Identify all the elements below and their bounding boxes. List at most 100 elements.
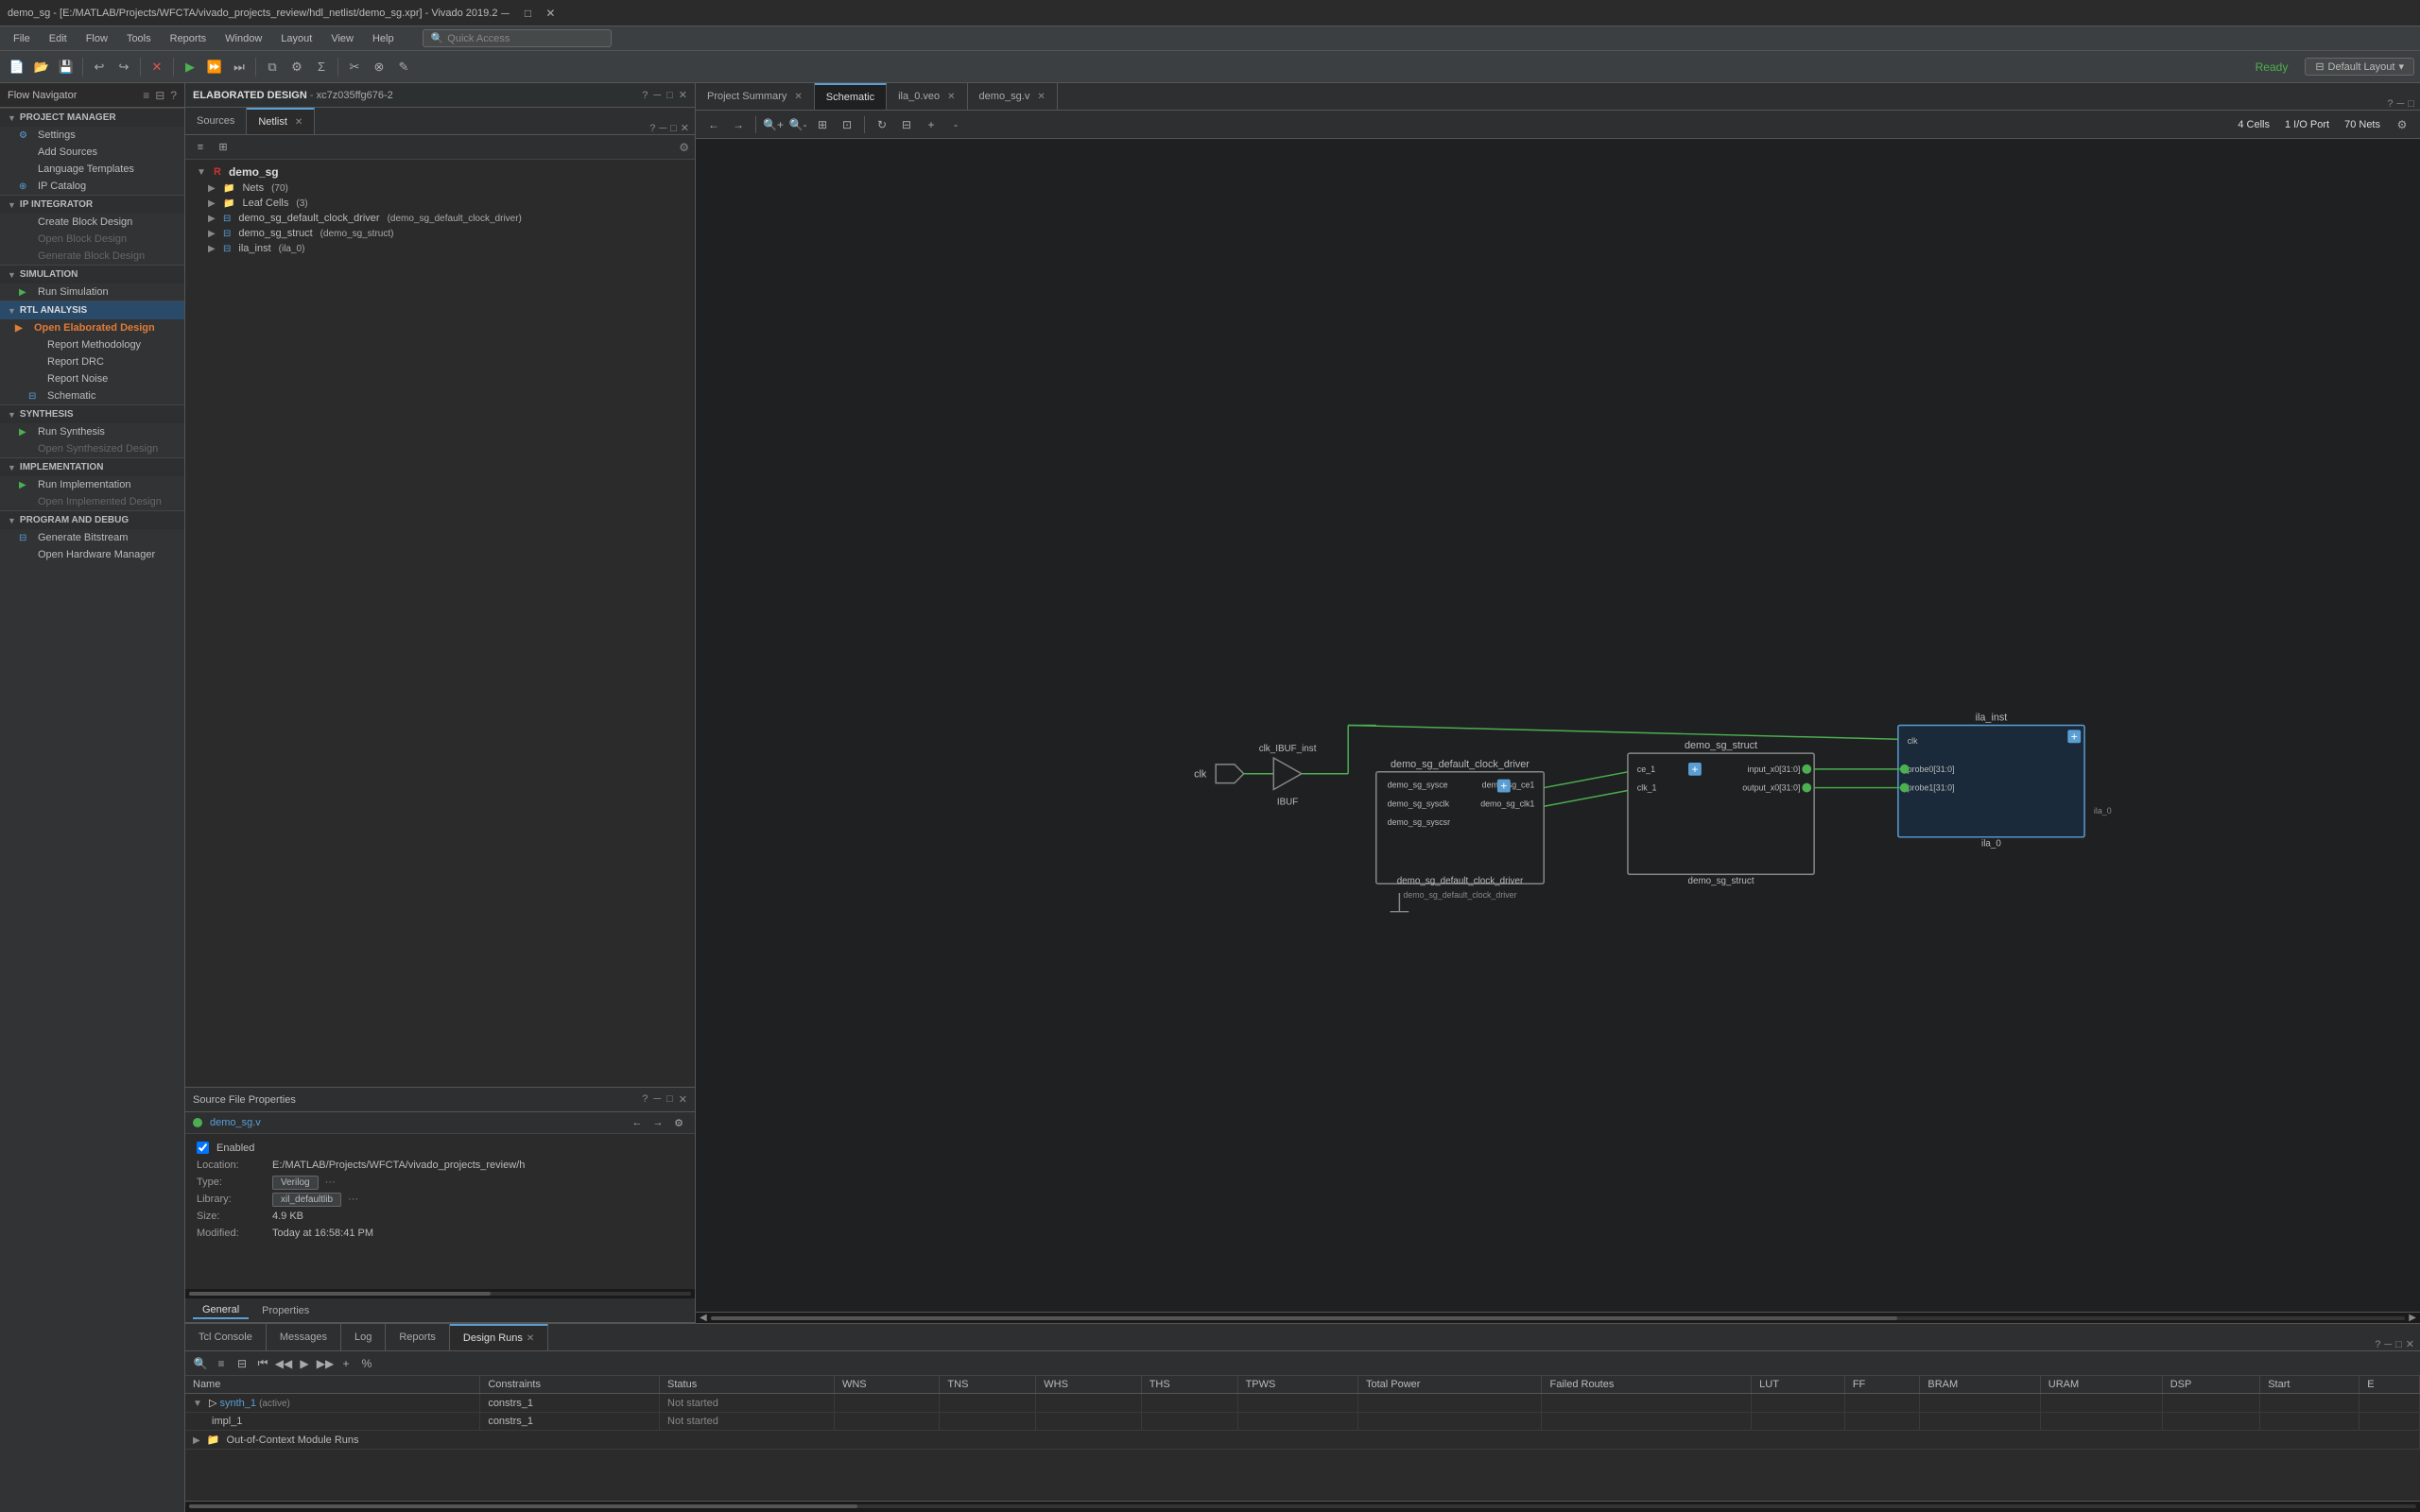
netlist-expand-btn[interactable]: ⊞ <box>214 138 233 157</box>
props-tab-general[interactable]: General <box>193 1302 249 1319</box>
sch-back-btn[interactable]: ← <box>703 114 724 135</box>
nav-item-open-implemented-design[interactable]: Open Implemented Design <box>0 493 184 510</box>
sum-button[interactable]: Σ <box>310 56 333 78</box>
menu-view[interactable]: View <box>321 31 363 46</box>
netlist-root[interactable]: ▼ R demo_sg <box>185 163 695 180</box>
dr-row-synth1[interactable]: ▼ ▷ synth_1 (active) constrs_1 Not start… <box>185 1394 2420 1413</box>
type-more-btn[interactable]: ··· <box>325 1177 336 1188</box>
sch-tab-demo-sg-v-close-icon[interactable]: ✕ <box>1037 92 1045 102</box>
elab-minimize-icon[interactable]: ─ <box>653 90 661 101</box>
layout-button[interactable]: ⊟ Default Layout ▾ <box>2305 58 2414 76</box>
nav-section-project-manager-header[interactable]: ▼ PROJECT MANAGER <box>0 108 184 127</box>
dr-filter-btn[interactable]: ≡ <box>212 1354 231 1373</box>
menu-layout[interactable]: Layout <box>271 31 321 46</box>
type-tag[interactable]: Verilog <box>272 1176 319 1190</box>
dr-next-btn[interactable]: ▶▶ <box>316 1354 335 1373</box>
tab-netlist[interactable]: Netlist ✕ <box>247 108 315 134</box>
bot-minimize-icon[interactable]: ─ <box>2384 1339 2392 1350</box>
nav-item-language-templates[interactable]: Language Templates <box>0 161 184 178</box>
nav-icon-2[interactable]: ⊟ <box>155 89 164 102</box>
nav-item-settings[interactable]: ⚙ Settings <box>0 127 184 144</box>
cut-button[interactable]: ✂ <box>343 56 366 78</box>
schematic-canvas[interactable]: clk IBUF clk_IBUF_inst <box>696 139 2420 1312</box>
sch-forward-btn[interactable]: → <box>728 114 749 135</box>
bot-tab-messages[interactable]: Messages <box>267 1324 341 1350</box>
new-button[interactable]: 📄 <box>6 56 28 78</box>
library-more-btn[interactable]: ··· <box>348 1194 358 1205</box>
sch-fit-btn[interactable]: ⊞ <box>812 114 833 135</box>
src-props-close-icon[interactable]: ✕ <box>679 1093 687 1106</box>
ooc-expand-icon[interactable]: ▶ <box>193 1435 200 1446</box>
copy-button[interactable]: ⧉ <box>261 56 284 78</box>
edit-button[interactable]: ✎ <box>392 56 415 78</box>
sch-zoom-reset2-btn[interactable]: + <box>921 114 942 135</box>
maximize-button[interactable]: □ <box>520 6 535 21</box>
nav-item-open-block-design[interactable]: Open Block Design <box>0 231 184 248</box>
bot-help-icon[interactable]: ? <box>2375 1339 2380 1350</box>
menu-flow[interactable]: Flow <box>77 31 117 46</box>
sch-tab-project-summary[interactable]: Project Summary ✕ <box>696 83 815 110</box>
save-button[interactable]: 💾 <box>55 56 78 78</box>
minimize-button[interactable]: ─ <box>497 6 512 21</box>
menu-file[interactable]: File <box>4 31 40 46</box>
sch-tab-help-icon[interactable]: ? <box>2387 98 2393 110</box>
netlist-item-struct[interactable]: ▶ ⊟ demo_sg_struct (demo_sg_struct) <box>185 226 695 241</box>
bot-float-icon[interactable]: □ <box>2395 1339 2402 1350</box>
elab-close-icon[interactable]: ✕ <box>679 89 687 101</box>
sch-select-btn[interactable]: ⊡ <box>837 114 857 135</box>
nav-item-open-synthesized-design[interactable]: Open Synthesized Design <box>0 440 184 457</box>
bot-tab-design-runs[interactable]: Design Runs ✕ <box>450 1324 548 1350</box>
bottom-scroll-thumb[interactable] <box>189 1504 857 1508</box>
sch-scroll-left-icon[interactable]: ◀ <box>700 1313 707 1323</box>
src-props-float-icon[interactable]: □ <box>666 1093 673 1106</box>
sch-tab-project-summary-close-icon[interactable]: ✕ <box>794 92 802 102</box>
nav-item-open-elaborated-design[interactable]: ▶ Open Elaborated Design <box>0 319 184 336</box>
dr-prev-btn[interactable]: ◀◀ <box>274 1354 293 1373</box>
nav-section-synthesis-header[interactable]: ▼ SYNTHESIS <box>0 404 184 423</box>
bot-close-icon[interactable]: ✕ <box>2406 1338 2414 1350</box>
tab-sources[interactable]: Sources <box>185 108 247 134</box>
undo-button[interactable]: ↩ <box>88 56 111 78</box>
sch-tab-minimize-icon[interactable]: ─ <box>2397 98 2405 110</box>
sch-tab-ila-veo[interactable]: ila_0.veo ✕ <box>887 83 967 110</box>
netlist-help-icon[interactable]: ? <box>649 123 655 134</box>
elab-help-icon[interactable]: ? <box>642 90 648 101</box>
nav-item-report-noise[interactable]: Report Noise <box>0 370 184 387</box>
file-nav-settings-icon[interactable]: ⚙ <box>670 1114 687 1131</box>
redo-button[interactable]: ↪ <box>112 56 135 78</box>
nav-item-run-simulation[interactable]: ▶ Run Simulation <box>0 284 184 301</box>
dr-add-btn[interactable]: + <box>337 1354 355 1373</box>
sch-zoom-out-btn[interactable]: 🔍- <box>787 114 808 135</box>
src-props-help-icon[interactable]: ? <box>642 1093 648 1106</box>
close-button[interactable]: ✕ <box>543 6 558 21</box>
stop-button[interactable]: ✕ <box>146 56 168 78</box>
netlist-float-icon[interactable]: □ <box>670 123 677 134</box>
netlist-filter-btn[interactable]: ≡ <box>191 138 210 157</box>
step2-button[interactable]: ⏭ <box>228 56 251 78</box>
tab-netlist-close-icon[interactable]: ✕ <box>295 117 302 128</box>
delete-button[interactable]: ⊗ <box>368 56 390 78</box>
nav-item-open-hardware-manager[interactable]: Open Hardware Manager <box>0 546 184 563</box>
nav-item-add-sources[interactable]: Add Sources <box>0 144 184 161</box>
nav-section-ip-integrator-header[interactable]: ▼ IP INTEGRATOR <box>0 195 184 214</box>
dr-percent-btn[interactable]: % <box>357 1354 376 1373</box>
nav-item-schematic[interactable]: ⊟ Schematic <box>0 387 184 404</box>
menu-help[interactable]: Help <box>363 31 404 46</box>
sch-tab-ila-veo-close-icon[interactable]: ✕ <box>947 92 955 102</box>
netlist-close-icon[interactable]: ✕ <box>681 122 689 134</box>
file-nav-next-icon[interactable]: → <box>649 1114 666 1131</box>
sch-zoom-reset-btn[interactable]: ⊟ <box>896 114 917 135</box>
menu-window[interactable]: Window <box>216 31 271 46</box>
nav-item-run-implementation[interactable]: ▶ Run Implementation <box>0 476 184 493</box>
dr-search-btn[interactable]: 🔍 <box>191 1354 210 1373</box>
bot-tab-log[interactable]: Log <box>341 1324 386 1350</box>
nav-section-implementation-header[interactable]: ▼ IMPLEMENTATION <box>0 457 184 476</box>
nav-item-generate-block-design[interactable]: Generate Block Design <box>0 248 184 265</box>
nav-item-report-drc[interactable]: Report DRC <box>0 353 184 370</box>
props-tab-properties[interactable]: Properties <box>252 1303 319 1318</box>
synth1-expand-icon[interactable]: ▼ <box>193 1399 202 1409</box>
menu-reports[interactable]: Reports <box>161 31 216 46</box>
dr-run-btn[interactable]: ▶ <box>295 1354 314 1373</box>
src-props-scroll-thumb[interactable] <box>189 1292 491 1296</box>
file-nav-prev-icon[interactable]: ← <box>629 1114 646 1131</box>
